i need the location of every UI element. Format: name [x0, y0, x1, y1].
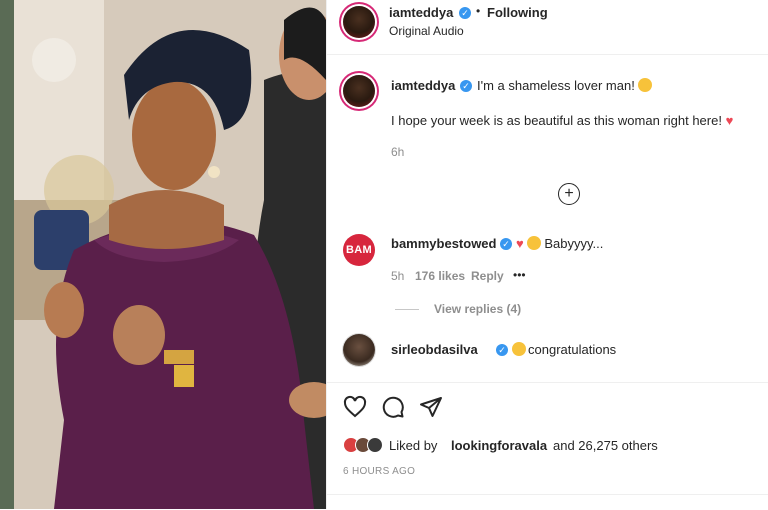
audio-link[interactable]: Original Audio — [389, 24, 464, 38]
post-header: iamteddya ✓ • Following Original Audio — [327, 0, 768, 55]
dot-separator: • — [476, 4, 481, 18]
caption-author-avatar[interactable] — [343, 75, 375, 107]
previous-post-edge — [0, 0, 14, 509]
post-actions-bar: Liked by lookingforavala and 26,275 othe… — [327, 382, 768, 510]
comment-text-body: congratulations — [528, 342, 617, 357]
comment-time: 5h — [391, 269, 405, 283]
red-heart-emoji-icon: ♥ — [516, 236, 524, 251]
following-button[interactable]: Following — [487, 5, 548, 20]
share-icon[interactable] — [419, 395, 443, 419]
verified-icon: ✓ — [500, 238, 512, 250]
smiling-hearts-emoji-icon — [526, 236, 541, 250]
comment-text-body: Babyyyy... — [544, 236, 604, 251]
caption-line-2: I hope your week is as beautiful as this… — [391, 113, 733, 128]
heart-icon[interactable] — [343, 395, 367, 419]
comment-avatar-sirleobdasilva[interactable] — [343, 334, 375, 366]
liked-by-others[interactable]: and 26,275 others — [553, 438, 658, 453]
liked-by-prefix: Liked by — [389, 438, 438, 453]
verified-icon: ✓ — [459, 7, 471, 19]
comment-avatar-bam[interactable]: BAM — [343, 234, 375, 266]
replies-divider — [395, 309, 419, 310]
caption-line-1-text: I'm a shameless lover man! — [477, 78, 635, 93]
comment-likes[interactable]: 176 likes — [415, 269, 465, 283]
comment-author-username[interactable]: sirleobdasilva — [391, 342, 478, 357]
author-username[interactable]: iamteddya — [389, 5, 453, 20]
post-media[interactable] — [14, 0, 326, 509]
post-photo-illustration — [14, 0, 326, 509]
comment-text: congratulations — [512, 342, 616, 357]
view-replies-button[interactable]: View replies (4) — [434, 302, 521, 316]
comment-author-username[interactable]: bammybestowed — [391, 236, 496, 251]
comment-reply-button[interactable]: Reply — [471, 269, 504, 283]
caption-line-1: I'm a shameless lover man! — [477, 78, 652, 93]
verified-icon: ✓ — [496, 344, 508, 356]
add-comment-divider — [327, 494, 768, 495]
post-timestamp: 6 HOURS AGO — [343, 466, 416, 477]
caption-author-username[interactable]: iamteddya — [391, 78, 455, 93]
comment-text: ♥ Babyyyy... — [516, 236, 603, 251]
red-heart-emoji-icon: ♥ — [725, 113, 734, 128]
post-details-panel: iamteddya ✓ • Following Original Audio i… — [326, 0, 768, 510]
plus-circle-icon[interactable]: + — [558, 183, 580, 205]
grimacing-emoji-icon — [512, 342, 526, 356]
heart-eyes-emoji-icon — [637, 78, 652, 92]
liked-by-avatar-3 — [367, 437, 383, 453]
caption-line-2-text: I hope your week is as beautiful as this… — [391, 113, 722, 128]
comment-more-options-icon[interactable]: ••• — [513, 268, 526, 282]
verified-icon: ✓ — [460, 80, 472, 92]
author-avatar[interactable] — [343, 6, 375, 38]
comment-icon[interactable] — [381, 395, 405, 419]
caption-time: 6h — [391, 145, 405, 159]
liked-by-user[interactable]: lookingforavala — [451, 438, 547, 453]
liked-by-others-text: and 26,275 others — [553, 438, 658, 453]
